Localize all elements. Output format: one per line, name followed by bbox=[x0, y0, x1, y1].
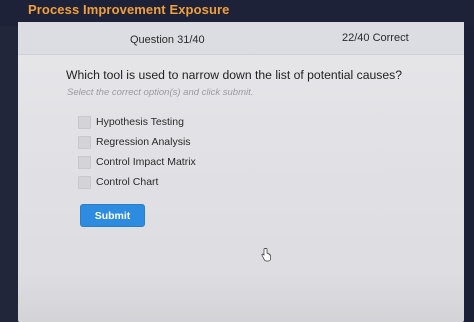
option-control-chart[interactable]: Control Chart bbox=[78, 172, 196, 192]
option-checkbox[interactable] bbox=[78, 155, 91, 169]
option-checkbox[interactable] bbox=[78, 175, 91, 189]
option-hypothesis-testing[interactable]: Hypothesis Testing bbox=[78, 112, 196, 132]
option-label[interactable]: Control Chart bbox=[96, 176, 158, 188]
option-regression-analysis[interactable]: Regression Analysis bbox=[78, 132, 196, 152]
correct-counter: 22/40 Correct bbox=[342, 32, 409, 44]
panel-shade bbox=[18, 272, 464, 322]
option-control-impact-matrix[interactable]: Control Impact Matrix bbox=[78, 152, 196, 172]
quiz-header: Question 31/40 22/40 Correct bbox=[18, 22, 464, 55]
question-counter: Question 31/40 bbox=[130, 34, 205, 46]
option-label[interactable]: Control Impact Matrix bbox=[96, 156, 196, 168]
window-frame-left bbox=[0, 26, 18, 322]
instruction-text: Select the correct option(s) and click s… bbox=[67, 87, 254, 98]
hand-pointer-icon bbox=[260, 248, 272, 262]
options-list: Hypothesis Testing Regression Analysis C… bbox=[78, 112, 196, 192]
window-frame-right bbox=[464, 26, 474, 322]
app-title: Process Improvement Exposure bbox=[28, 2, 230, 17]
option-label[interactable]: Hypothesis Testing bbox=[96, 116, 184, 128]
option-checkbox[interactable] bbox=[78, 115, 91, 129]
option-checkbox[interactable] bbox=[78, 135, 91, 149]
option-label[interactable]: Regression Analysis bbox=[96, 136, 191, 148]
question-text: Which tool is used to narrow down the li… bbox=[66, 68, 403, 82]
quiz-panel: Question 31/40 22/40 Correct Which tool … bbox=[18, 22, 464, 322]
submit-button[interactable]: Submit bbox=[80, 204, 145, 227]
